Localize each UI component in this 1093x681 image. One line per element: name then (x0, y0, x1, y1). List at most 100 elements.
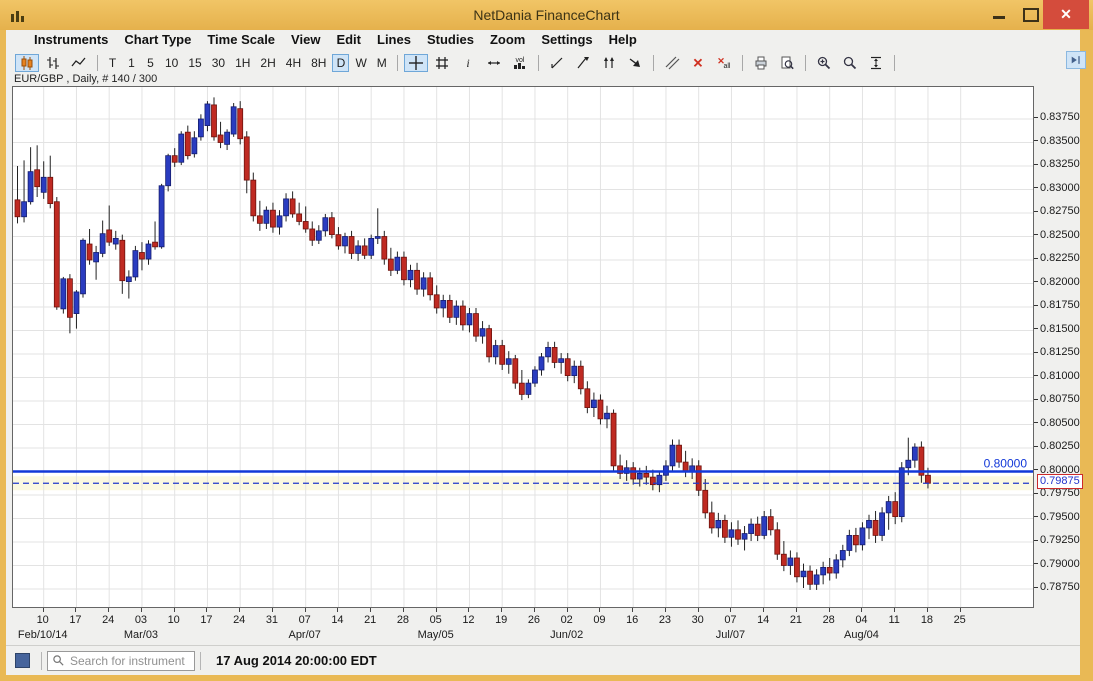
menu-item-view[interactable]: View (283, 30, 328, 49)
grid-icon[interactable] (430, 54, 454, 72)
x-axis-week-label: 28 (822, 614, 835, 626)
timescale-1h-button[interactable]: 1H (231, 54, 254, 72)
x-tick-mark (894, 608, 896, 612)
menu-item-studies[interactable]: Studies (419, 30, 482, 49)
menu-item-help[interactable]: Help (601, 30, 645, 49)
timescale-2h-button[interactable]: 2H (256, 54, 279, 72)
timescale-monthly-button[interactable]: M (373, 54, 391, 72)
menu-item-time-scale[interactable]: Time Scale (199, 30, 283, 49)
x-tick-mark (632, 608, 634, 612)
x-axis-week-label: 24 (102, 614, 115, 626)
time-axis[interactable]: 10 17 24 03 10 17 24 31 07 14 21 28 05 12 19 26 02 09 16 23… (12, 608, 1034, 645)
x-axis-week-label: 21 (364, 614, 377, 626)
y-axis-label: 0.82750 (1034, 205, 1080, 217)
print-preview-icon[interactable] (775, 54, 799, 72)
candlestick (256, 200, 263, 231)
candlestick (250, 172, 257, 222)
y-axis-label: 0.80250 (1034, 440, 1080, 452)
menu-item-chart-type[interactable]: Chart Type (116, 30, 199, 49)
status-square-icon[interactable] (15, 653, 30, 668)
candlestick (735, 520, 741, 545)
candlestick (859, 522, 866, 551)
parallel-lines-icon[interactable] (597, 54, 621, 72)
x-axis-week-label: 26 (527, 614, 541, 626)
fit-vertical-icon[interactable] (864, 54, 888, 72)
menu-item-zoom[interactable]: Zoom (482, 30, 533, 49)
search-box[interactable] (47, 650, 195, 671)
timescale-15min-button[interactable]: 15 (184, 54, 205, 72)
line-chart-icon[interactable] (67, 54, 91, 72)
x-axis-week-label: 07 (298, 614, 311, 626)
info-icon[interactable]: i (456, 54, 480, 72)
delete-selected-icon[interactable]: ✕ (686, 54, 710, 72)
x-axis-week-label: 09 (593, 614, 606, 626)
y-axis-label: 0.78750 (1034, 581, 1080, 593)
symbol-label: EUR/GBP , Daily, # 140 / 300 (14, 73, 158, 85)
candlestick (322, 213, 329, 237)
delete-all-icon[interactable]: ✕ all (712, 54, 736, 72)
timescale-30min-button[interactable]: 30 (208, 54, 229, 72)
candlestick (807, 565, 813, 590)
ohlc-bar-chart-icon[interactable] (41, 54, 65, 72)
horizontal-scroll-icon[interactable] (482, 54, 506, 72)
minimize-button[interactable] (993, 16, 1005, 19)
chart-plot[interactable]: 0.80000 (12, 86, 1034, 608)
volume-icon[interactable]: vol (508, 54, 532, 72)
candlestick (774, 522, 781, 560)
candlestick (230, 103, 237, 137)
timescale-tick-button[interactable]: T (104, 54, 121, 72)
x-axis-week-label: 04 (855, 614, 868, 626)
x-axis-week-label: 10 (36, 614, 49, 626)
timescale-10min-button[interactable]: 10 (161, 54, 182, 72)
zoom-out-icon[interactable] (838, 54, 862, 72)
candlestick (145, 240, 152, 265)
timescale-weekly-button[interactable]: W (351, 54, 370, 72)
candlestick (158, 183, 165, 249)
x-tick-mark (304, 608, 306, 612)
candlestick (178, 131, 185, 166)
candlestick-chart-icon[interactable] (15, 54, 39, 72)
y-tick-mark (1034, 492, 1038, 494)
candlestick (197, 114, 204, 141)
candlestick (93, 245, 99, 280)
menu-item-settings[interactable]: Settings (533, 30, 600, 49)
y-axis-label: 0.79000 (1034, 558, 1080, 570)
x-axis-week-label: 25 (953, 614, 966, 626)
toolbar-overflow-button[interactable] (1066, 51, 1086, 69)
candlestick (479, 321, 486, 344)
timescale-daily-button[interactable]: D (332, 54, 350, 72)
x-axis-week-label: 17 (69, 614, 82, 626)
timescale-5min-button[interactable]: 5 (142, 54, 159, 72)
price-axis[interactable]: 0.83750 0.83500 0.83250 0.83000 0.82750 0.825… (1034, 86, 1083, 611)
candlestick (532, 366, 538, 387)
y-axis-label: 0.79500 (1034, 511, 1080, 523)
menu-item-instruments[interactable]: Instruments (26, 30, 116, 49)
search-input[interactable] (68, 652, 190, 669)
x-tick-mark (402, 608, 404, 612)
y-tick-mark (1034, 234, 1038, 236)
y-tick-mark (1034, 163, 1038, 165)
remove-line-icon[interactable] (660, 54, 684, 72)
close-button[interactable]: ✕ (1043, 0, 1089, 29)
candlestick (689, 458, 696, 480)
x-axis-week-label: 21 (789, 614, 803, 626)
status-separator (200, 651, 201, 670)
menu-item-lines[interactable]: Lines (369, 30, 419, 49)
trend-channel-icon[interactable] (571, 54, 595, 72)
x-tick-mark (206, 608, 208, 612)
timescale-8h-button[interactable]: 8H (307, 54, 330, 72)
print-icon[interactable] (749, 54, 773, 72)
candlestick (86, 228, 93, 265)
timescale-4h-button[interactable]: 4H (282, 54, 305, 72)
maximize-button[interactable] (1023, 8, 1039, 22)
timescale-1min-button[interactable]: 1 (123, 54, 140, 72)
chart-area: EUR/GBP , Daily, # 140 / 300 0.80000 0.8… (6, 73, 1083, 645)
candlestick (826, 557, 833, 581)
candlestick (885, 495, 892, 530)
crosshair-icon[interactable] (403, 54, 428, 72)
arrow-annotation-icon[interactable] (623, 54, 647, 72)
candlestick (80, 238, 86, 298)
menu-item-edit[interactable]: Edit (328, 30, 369, 49)
trend-line-icon[interactable] (545, 54, 569, 72)
zoom-in-icon[interactable] (812, 54, 836, 72)
